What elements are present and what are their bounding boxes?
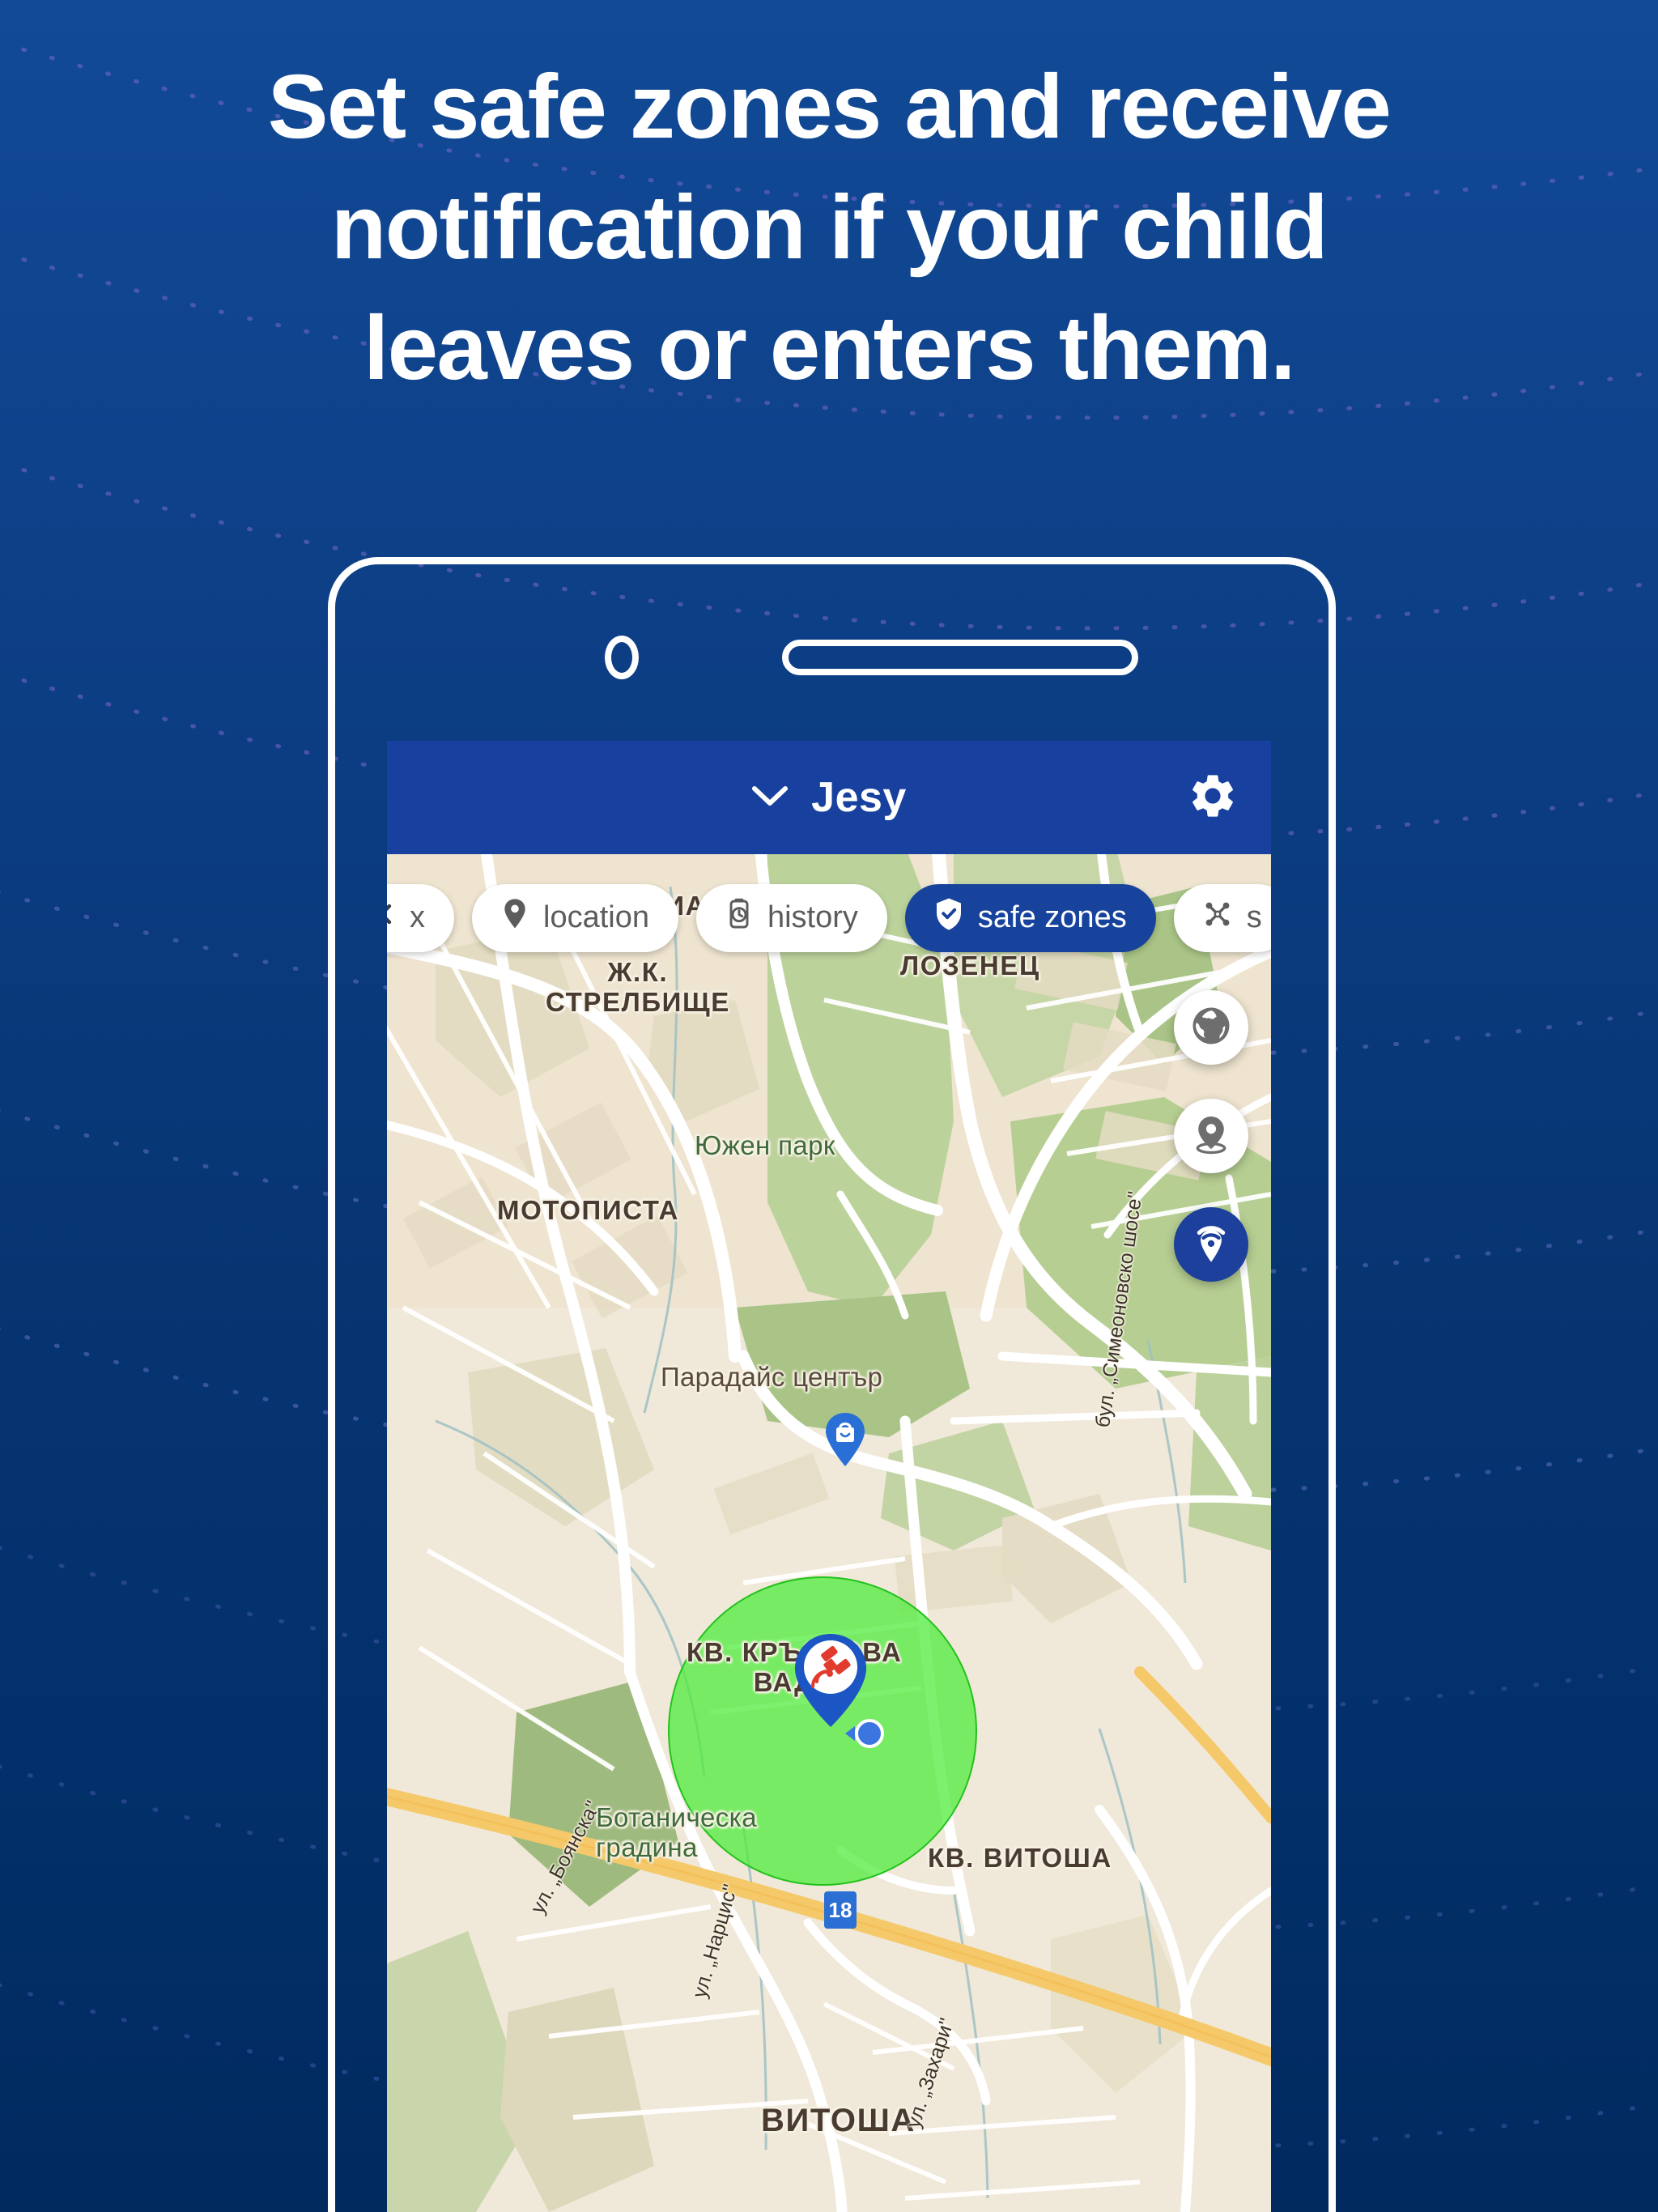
poi-shopping-marker[interactable] xyxy=(824,1411,866,1472)
live-location-pin-icon xyxy=(1190,1220,1232,1270)
chip-history-label: history xyxy=(767,900,858,934)
map-pin-icon xyxy=(501,898,529,938)
globe-icon xyxy=(1189,1004,1233,1052)
child-selector[interactable]: Jesy xyxy=(751,773,907,822)
chip-share[interactable]: s xyxy=(1173,884,1271,952)
close-icon xyxy=(387,900,395,936)
child-marker[interactable] xyxy=(792,1631,869,1734)
promo-headline: Set safe zones and receive notification … xyxy=(0,47,1658,409)
app-bar: Jesy xyxy=(387,741,1271,854)
share-network-icon xyxy=(1203,900,1232,937)
chip-location-label: location xyxy=(543,900,649,934)
chip-close-label: x xyxy=(410,900,425,934)
headline-line-2: notification if your child xyxy=(330,176,1329,278)
app-bar-title: Jesy xyxy=(811,774,907,821)
earpiece-speaker-icon xyxy=(782,640,1138,675)
headline-line-3: leaves or enters them. xyxy=(363,296,1295,398)
chip-safe-zones[interactable]: safe zones xyxy=(904,884,1156,952)
highway-shield-number: 18 xyxy=(829,1898,852,1922)
app-screen: Jesy Ж.К. СТРЕЛБИЩЕ ЛОЗЕНЕЦ МОТОПИСТА КВ… xyxy=(387,741,1271,2212)
location-pin-circle-icon xyxy=(1189,1112,1233,1160)
chip-share-label: s xyxy=(1246,900,1262,934)
shield-check-icon xyxy=(934,897,963,939)
camera-lens-icon xyxy=(605,636,639,679)
headline-line-1: Set safe zones and receive xyxy=(267,56,1392,157)
chevron-down-icon xyxy=(751,784,789,812)
map-tiles xyxy=(387,854,1271,2212)
highway-shield: 18 xyxy=(823,1890,858,1934)
chip-close[interactable]: x xyxy=(387,884,454,952)
history-clock-icon xyxy=(725,898,753,938)
chip-history[interactable]: history xyxy=(695,884,887,952)
map-view[interactable]: ТРИАДИЦА Ж.К. СТРЕЛБИЩЕ ЛОЗЕНЕЦ МОТОПИСТ… xyxy=(387,854,1271,2212)
settings-button[interactable] xyxy=(1184,768,1242,827)
zone-marker-button[interactable] xyxy=(1174,1099,1248,1173)
gear-icon xyxy=(1187,770,1239,826)
map-filter-chips: x location history safe zones s xyxy=(387,880,1271,956)
map-type-button[interactable] xyxy=(1174,990,1248,1065)
live-tracking-button[interactable] xyxy=(1174,1207,1248,1282)
chip-location[interactable]: location xyxy=(472,884,678,952)
chip-safe-zones-label: safe zones xyxy=(977,900,1127,934)
